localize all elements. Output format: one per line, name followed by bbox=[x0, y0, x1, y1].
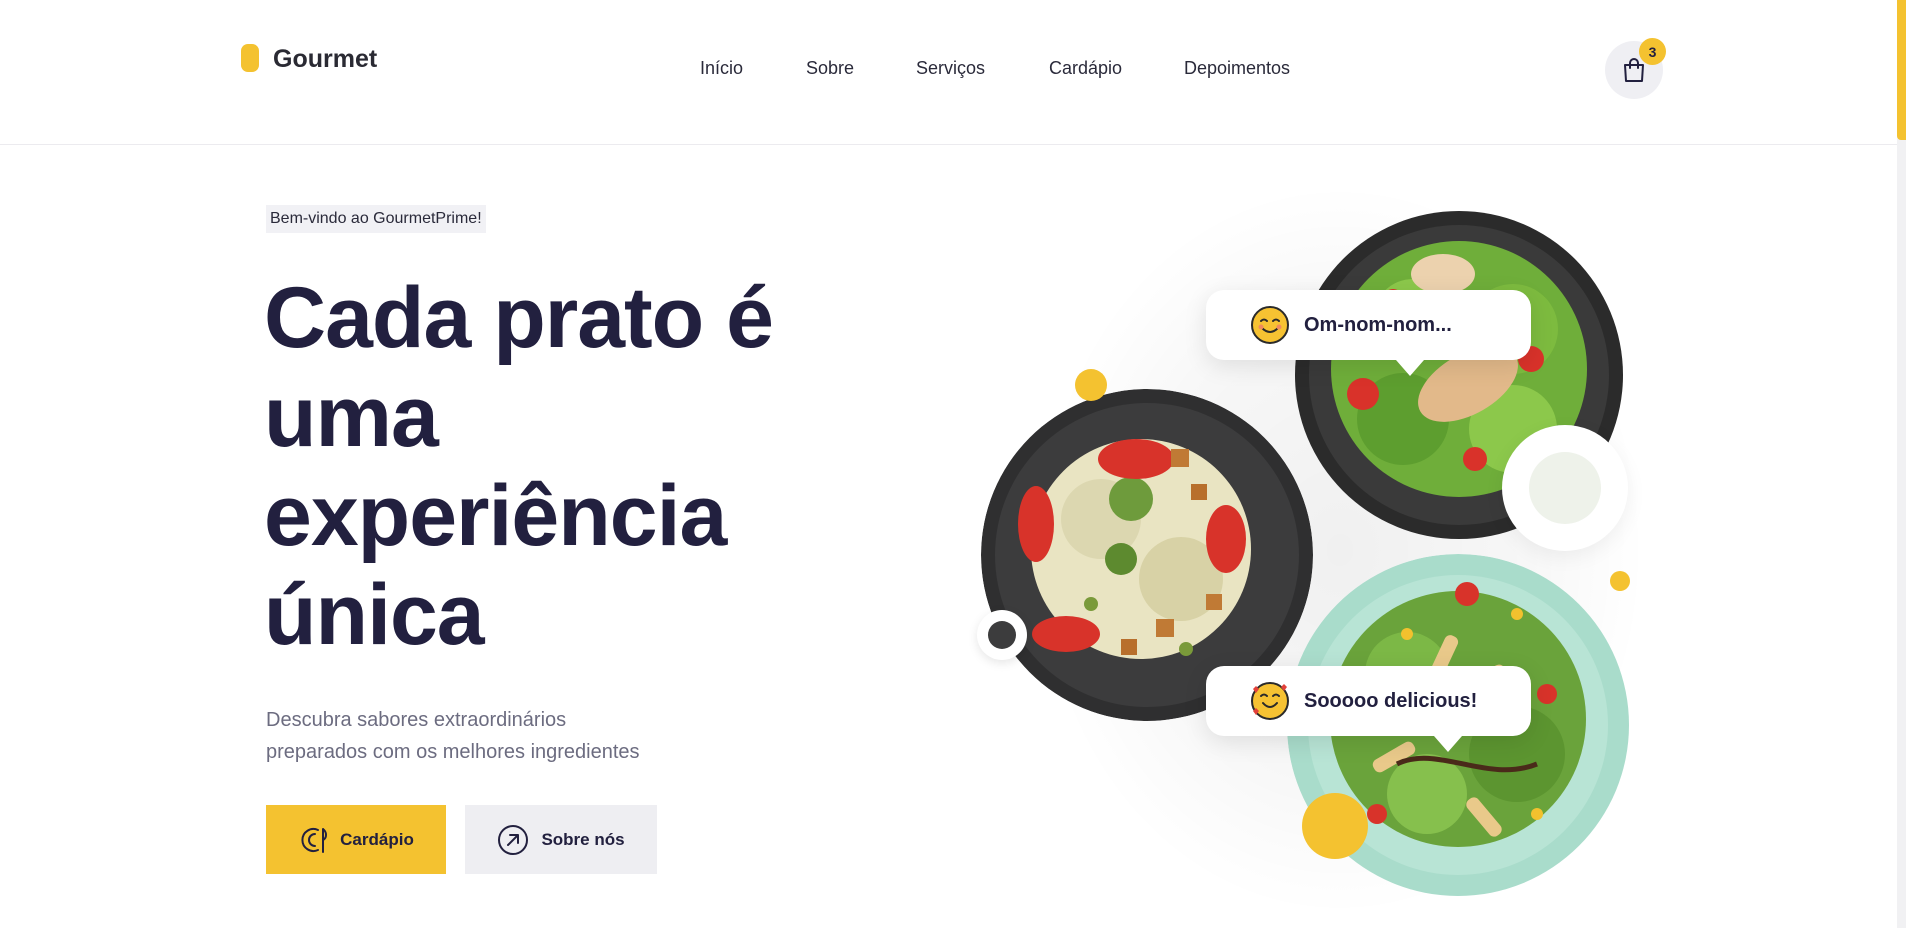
cart-count-badge: 3 bbox=[1639, 38, 1666, 65]
hero-subtitle: Descubra sabores extraordinários prepara… bbox=[266, 704, 746, 768]
nav-item-cardapio[interactable]: Cardápio bbox=[1049, 58, 1122, 79]
logo-mark-icon bbox=[241, 43, 259, 72]
speech-bubble-yum: Om-nom-nom... bbox=[1206, 290, 1531, 376]
hero-title-line: Cada prato é bbox=[264, 270, 774, 366]
welcome-badge: Bem-vindo ao GourmetPrime! bbox=[266, 205, 486, 233]
speech-bubble-delicious: Sooooo delicious! bbox=[1206, 666, 1531, 752]
hero-title-line: única bbox=[264, 567, 485, 663]
decor-dot bbox=[1075, 369, 1107, 401]
hero-title-line: experiência bbox=[264, 468, 727, 564]
decor-dot bbox=[1302, 793, 1368, 859]
arrow-up-right-circle-icon bbox=[498, 824, 529, 855]
decor-ring bbox=[1502, 425, 1628, 551]
utensils-plate-icon bbox=[301, 827, 328, 853]
hearts-face-emoji bbox=[1251, 682, 1289, 720]
nav-item-sobre[interactable]: Sobre bbox=[806, 58, 854, 79]
decor-dot bbox=[1610, 571, 1630, 591]
scrollbar-thumb[interactable] bbox=[1897, 0, 1906, 140]
speech-bubble-tail bbox=[1434, 736, 1462, 752]
decor-ring bbox=[977, 610, 1027, 660]
speech-bubble-text: Sooooo delicious! bbox=[1304, 689, 1478, 712]
site-header: Gourmet Início Sobre Serviços Cardápio D… bbox=[0, 0, 1897, 145]
page-scrollbar[interactable] bbox=[1897, 0, 1906, 928]
menu-button-label: Cardápio bbox=[340, 829, 414, 849]
yum-face-emoji bbox=[1251, 306, 1289, 344]
logo[interactable]: Gourmet bbox=[241, 43, 378, 74]
nav-item-servicos[interactable]: Serviços bbox=[916, 58, 985, 79]
hero-subtitle-line: preparados com os melhores ingredientes bbox=[266, 741, 640, 763]
about-us-button-label: Sobre nós bbox=[541, 829, 625, 849]
menu-button[interactable]: Cardápio bbox=[266, 805, 446, 874]
hero-subtitle-line: Descubra sabores extraordinários bbox=[266, 709, 567, 731]
nav-item-inicio[interactable]: Início bbox=[700, 58, 743, 79]
hero-title-line: uma bbox=[264, 369, 439, 465]
about-us-button[interactable]: Sobre nós bbox=[465, 805, 657, 874]
logo-text: Gourmet bbox=[273, 45, 378, 73]
speech-bubble-text: Om-nom-nom... bbox=[1304, 313, 1452, 336]
hero-title: Cada prato é uma experiência única bbox=[264, 269, 864, 665]
speech-bubble-tail bbox=[1396, 360, 1424, 376]
nav-item-depoimentos[interactable]: Depoimentos bbox=[1184, 58, 1290, 79]
